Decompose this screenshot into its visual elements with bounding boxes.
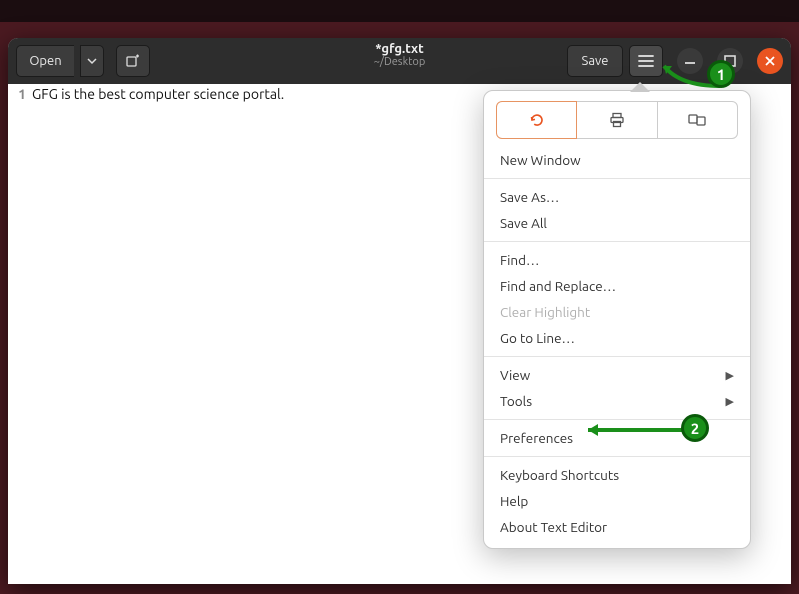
chevron-down-icon (87, 56, 97, 66)
menu-new-window[interactable]: New Window (484, 147, 750, 173)
line-number: 1 (8, 86, 32, 102)
new-tab-button[interactable] (116, 45, 150, 77)
reload-button[interactable] (496, 101, 577, 139)
chevron-right-icon: ▶ (726, 369, 734, 382)
open-button[interactable]: Open (16, 45, 74, 77)
popover-icon-row (496, 101, 738, 139)
menu-tools[interactable]: Tools ▶ (484, 388, 750, 414)
menu-help[interactable]: Help (484, 488, 750, 514)
hamburger-icon (638, 55, 654, 67)
new-tab-icon (126, 54, 140, 68)
close-icon (757, 48, 783, 74)
close-button[interactable] (757, 48, 783, 74)
separator (484, 456, 750, 457)
menu-save-all[interactable]: Save All (484, 210, 750, 236)
separator (484, 356, 750, 357)
open-dropdown[interactable] (80, 45, 104, 77)
menu-save-as[interactable]: Save As… (484, 184, 750, 210)
print-button[interactable] (577, 101, 656, 139)
annotation-arrow-2 (576, 420, 696, 440)
hamburger-menu-button[interactable] (629, 45, 663, 77)
line-text: GFG is the best computer science portal. (32, 86, 284, 102)
menu-about[interactable]: About Text Editor (484, 514, 750, 540)
menu-view[interactable]: View ▶ (484, 362, 750, 388)
menu-find-replace[interactable]: Find and Replace… (484, 273, 750, 299)
menu-goto-line[interactable]: Go to Line… (484, 325, 750, 351)
hamburger-popover: New Window Save As… Save All Find… Find … (483, 90, 751, 549)
annotation-badge-1: 1 (707, 60, 735, 88)
fullscreen-button[interactable] (657, 101, 738, 139)
separator (484, 178, 750, 179)
save-button[interactable]: Save (567, 45, 623, 77)
menu-clear-highlight: Clear Highlight (484, 299, 750, 325)
reload-icon (528, 111, 546, 129)
menu-tools-label: Tools (500, 393, 532, 409)
chevron-right-icon: ▶ (726, 395, 734, 408)
separator (484, 241, 750, 242)
menu-view-label: View (500, 367, 530, 383)
print-icon (608, 111, 626, 129)
fullscreen-icon (687, 112, 707, 128)
annotation-badge-2: 2 (681, 414, 709, 442)
menu-find[interactable]: Find… (484, 247, 750, 273)
desktop-topbar (0, 0, 799, 22)
menu-shortcuts[interactable]: Keyboard Shortcuts (484, 462, 750, 488)
